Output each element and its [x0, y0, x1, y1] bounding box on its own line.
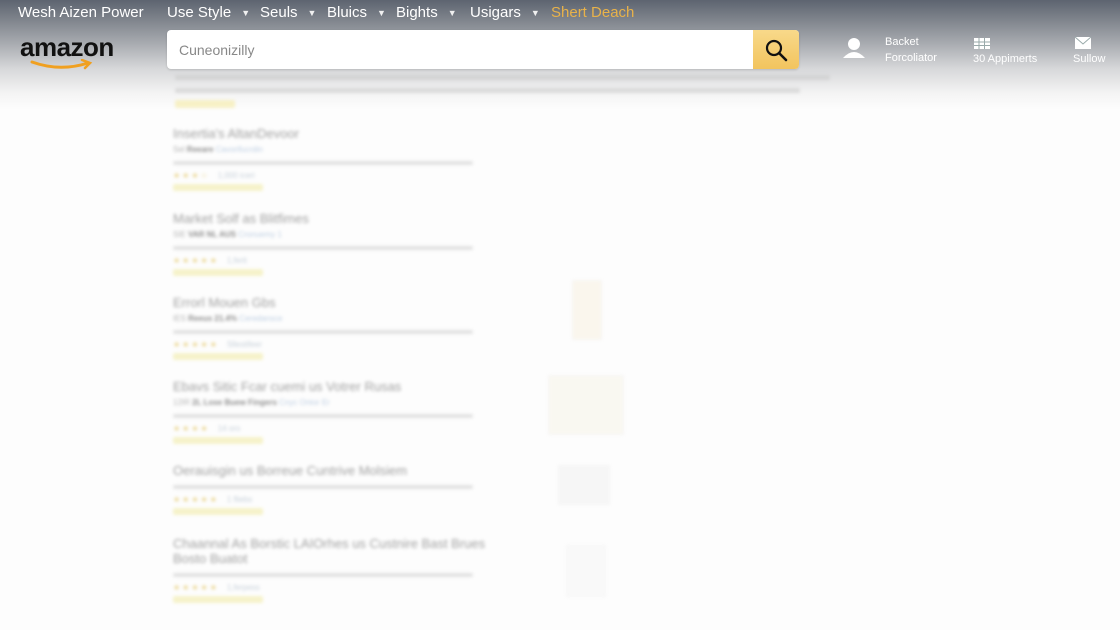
result-meta: 12IR 2L Lose Buew Fingers Cnyc Ontor Er [173, 398, 330, 407]
nav-item-deals[interactable]: Shert Deach [551, 4, 634, 21]
result-description [173, 161, 473, 165]
prime-badge [173, 184, 263, 191]
account-line1: Backet [885, 36, 919, 48]
caret-down-icon: ▼ [307, 7, 317, 18]
results-area: Insertia's AltanDevoor Sel Reeare Cavori… [0, 70, 1120, 630]
result-title[interactable]: Market Solf as Blitfimes [173, 211, 513, 226]
caret-down-icon: ▼ [377, 7, 386, 18]
rating-stars: ★★★☆ 1,000 iceri [173, 171, 255, 180]
site-name[interactable]: Wesh Aizen Power [18, 4, 144, 21]
result-title[interactable]: Chaannal As Borstic LAIOrhes us Custnire… [173, 536, 513, 566]
nav-item-label: Bights [396, 4, 438, 21]
result-item[interactable]: Chaannal As Borstic LAIOrhes us Custnire… [173, 536, 513, 603]
result-title[interactable]: Oerauisgin us Borreue Cuntrive Molsiem [173, 463, 513, 478]
result-description [173, 414, 473, 418]
prime-badge [173, 508, 263, 515]
nav-item-usigars[interactable]: Usigars ▼ [470, 4, 540, 21]
prime-badge [173, 437, 263, 444]
rating-stars: ★★★★★ 1,ferit [173, 256, 247, 265]
search-button[interactable] [753, 30, 799, 69]
rating-stars: ★★★★★ Sllestifeer [173, 340, 262, 349]
mail-label: Sullow [1073, 53, 1106, 65]
logo-text: amazon [20, 32, 114, 62]
nav-item-seuls[interactable]: Seuls ▼ [260, 4, 316, 21]
result-description [173, 573, 473, 577]
amazon-logo[interactable]: amazon [20, 32, 120, 70]
caret-down-icon: ▼ [530, 7, 540, 18]
grid-icon [974, 38, 990, 49]
rating-stars: ★★★★★ 1 fliebs [173, 495, 253, 504]
result-title[interactable]: Ebavs Sitic Fcar cuemi us Votrer Rusas [173, 379, 513, 394]
nav-item-label: Usigars [470, 4, 521, 21]
account-line2: Forcoliator [885, 52, 937, 64]
result-title[interactable]: Insertia's AltanDevoor [173, 126, 513, 141]
result-description [173, 246, 473, 250]
result-description [173, 330, 473, 334]
top-nav: Wesh Aizen Power Use Style ▼ Seuls ▼ Bluic… [0, 0, 1120, 26]
result-meta: SIE VAR NL AUS Cronuemy 1 [173, 230, 282, 239]
rating-stars: ★★★★ 14 oro [173, 424, 241, 433]
mail-icon [1075, 37, 1091, 49]
nav-item-label: Bluics [327, 4, 368, 21]
intro-badge [175, 100, 235, 108]
product-image[interactable] [572, 280, 602, 340]
orders-label: 30 Appimerts [973, 53, 1038, 65]
result-item[interactable]: Market Solf as Blitfimes SIE VAR NL AUS … [173, 211, 513, 276]
nav-item-label: Seuls [260, 4, 298, 21]
prime-badge [173, 269, 263, 276]
nav-item-bluics[interactable]: Bluics ▼ [327, 4, 386, 21]
caret-down-icon: ▼ [241, 7, 251, 18]
nav-item-label: Use Style [167, 4, 232, 21]
result-item[interactable]: Ebavs Sitic Fcar cuemi us Votrer Rusas 1… [173, 379, 513, 444]
search-input[interactable] [167, 30, 753, 69]
intro-text-line [175, 75, 830, 80]
intro-text-line [175, 88, 800, 93]
rating-stars: ★★★★★ 1,ferpess [173, 583, 260, 592]
nav-item-bights[interactable]: Bights ▼ [396, 4, 457, 21]
result-item[interactable]: Insertia's AltanDevoor Sel Reeare Cavori… [173, 126, 513, 191]
result-description [173, 485, 473, 489]
account-text: Backet Forcoliator [885, 34, 937, 66]
search-bar [167, 30, 799, 69]
user-icon [843, 38, 865, 58]
result-item[interactable]: Errorl Mouen Gbs IES Reeus 21.4% Ceredan… [173, 295, 513, 360]
result-meta: IES Reeus 21.4% Ceredansce [173, 314, 283, 323]
result-item[interactable]: Oerauisgin us Borreue Cuntrive Molsiem ★… [173, 463, 513, 515]
result-meta: Sel Reeare Cavorifucrdin [173, 145, 263, 154]
product-image[interactable] [558, 465, 610, 505]
product-image[interactable] [566, 545, 606, 597]
nav-item-use-style[interactable]: Use Style ▼ [167, 4, 250, 21]
result-title[interactable]: Errorl Mouen Gbs [173, 295, 513, 310]
prime-badge [173, 353, 263, 360]
search-icon [765, 39, 788, 61]
prime-badge [173, 596, 263, 603]
caret-down-icon: ▼ [447, 7, 457, 18]
product-image[interactable] [548, 375, 624, 435]
